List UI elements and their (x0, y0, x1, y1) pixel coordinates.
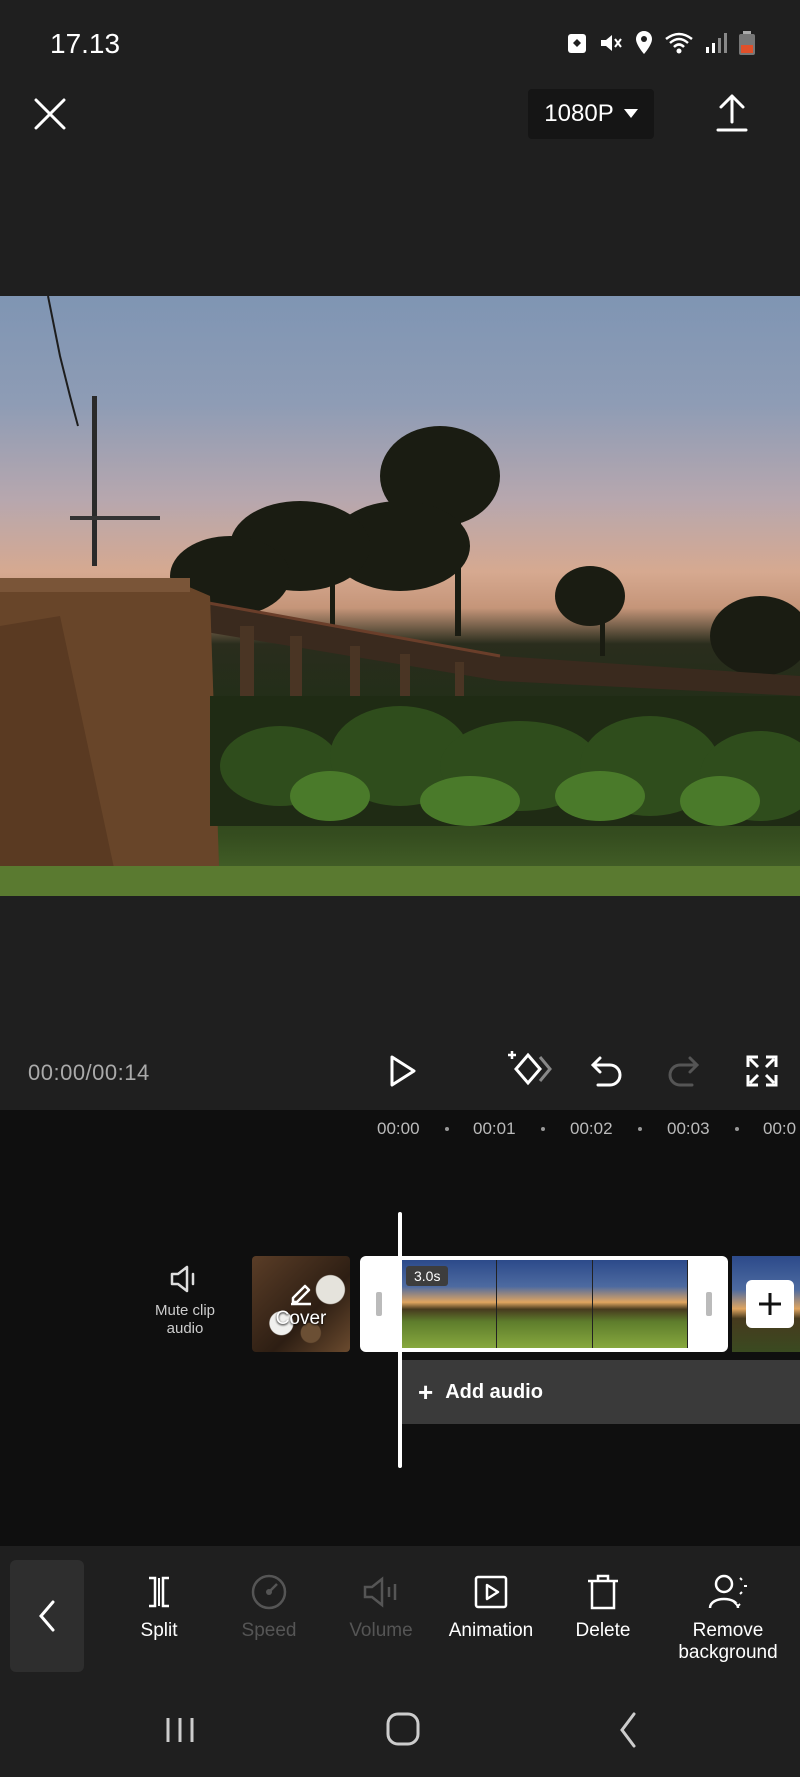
home-button[interactable] (373, 1708, 433, 1752)
split-icon (149, 1576, 169, 1608)
speed-button[interactable]: Speed (214, 1572, 324, 1642)
remove-background-button[interactable]: Remove background (672, 1572, 784, 1664)
delete-button[interactable]: Delete (548, 1572, 658, 1642)
add-audio-button[interactable]: + Add audio (402, 1360, 800, 1424)
split-label: Split (140, 1620, 178, 1641)
toolbar-back-button[interactable] (10, 1560, 84, 1672)
trash-icon (588, 1574, 618, 1610)
cover-button[interactable]: Cover (252, 1256, 350, 1352)
ruler-label: 00:01 (473, 1119, 516, 1138)
undo-button[interactable] (584, 1049, 628, 1093)
wifi-icon (665, 32, 693, 54)
location-icon (636, 31, 652, 54)
ruler-label: 00:03 (667, 1119, 710, 1138)
add-audio-label: Add audio (445, 1380, 543, 1403)
volume-icon (363, 1576, 397, 1608)
ruler-label: 00:0 (763, 1119, 797, 1138)
edit-icon (291, 1284, 311, 1306)
plus-icon (759, 1293, 781, 1315)
delete-label: Delete (575, 1620, 631, 1641)
recent-apps-button[interactable] (150, 1708, 210, 1752)
fullscreen-button[interactable] (740, 1049, 784, 1093)
speed-icon (251, 1574, 287, 1610)
signal-icon (706, 33, 727, 53)
remove-background-label-line1: Remove (692, 1620, 764, 1641)
home-icon (386, 1712, 420, 1746)
split-button[interactable]: Split (104, 1572, 214, 1642)
clip-duration-badge: 3.0s (406, 1266, 449, 1286)
mute-label-line1: Mute clip (154, 1302, 216, 1319)
remove-background-label-line2: background (678, 1642, 778, 1663)
animation-icon (474, 1575, 508, 1609)
clip-frame (592, 1260, 688, 1348)
ruler-dot (735, 1127, 739, 1131)
redo-button[interactable] (662, 1049, 706, 1093)
resolution-value: 1080P (544, 100, 614, 127)
play-icon (390, 1055, 416, 1087)
clip-trim-handle-left[interactable] (376, 1292, 382, 1316)
export-icon (716, 94, 748, 132)
undo-icon (590, 1056, 622, 1087)
nfc-icon (568, 34, 586, 53)
ruler-dot (638, 1127, 642, 1131)
status-icons (566, 30, 756, 56)
close-icon (34, 98, 66, 130)
mute-icon (601, 35, 622, 51)
preview-scene-image (0, 296, 800, 896)
plus-icon: + (418, 1376, 434, 1407)
battery-icon (739, 31, 755, 55)
volume-label: Volume (349, 1620, 413, 1641)
animation-button[interactable]: Animation (436, 1572, 546, 1642)
caret-down-icon (623, 109, 638, 118)
redo-icon (668, 1056, 700, 1087)
ruler-label: 00:02 (570, 1119, 613, 1138)
volume-button[interactable]: Volume (326, 1572, 436, 1642)
clip-frame (497, 1260, 593, 1348)
speaker-icon (170, 1265, 195, 1293)
back-button[interactable] (598, 1708, 658, 1752)
mute-clip-audio-label: Mute clip audio (140, 1302, 230, 1338)
timecode: 00:00/00:14 (28, 1060, 150, 1085)
play-button[interactable] (380, 1049, 424, 1093)
video-preview[interactable] (0, 296, 800, 896)
speed-label: Speed (241, 1620, 297, 1641)
add-clip-button[interactable] (746, 1280, 794, 1328)
ruler-dot (445, 1127, 449, 1131)
close-button[interactable] (28, 92, 72, 136)
cover-label: Cover (275, 1308, 327, 1329)
remove-background-icon (708, 1574, 747, 1609)
mute-clip-audio-button[interactable]: Mute clip audio (140, 1262, 230, 1338)
export-button[interactable] (712, 90, 752, 134)
remove-background-label: Remove background (672, 1620, 784, 1664)
chevron-left-icon (39, 1600, 55, 1632)
add-keyframe-button[interactable] (504, 1047, 560, 1091)
ruler-dot (541, 1127, 545, 1131)
keyframe-icon (508, 1051, 552, 1086)
fullscreen-icon (746, 1055, 778, 1087)
resolution-dropdown[interactable]: 1080P (528, 89, 654, 139)
mute-label-line2: audio (166, 1320, 204, 1337)
recent-apps-icon (166, 1718, 194, 1742)
status-time: 17.13 (50, 28, 121, 59)
animation-label: Animation (448, 1620, 534, 1641)
ruler-label: 00:00 (377, 1119, 420, 1138)
clip-trim-handle-right[interactable] (706, 1292, 712, 1316)
back-icon (620, 1712, 636, 1748)
playhead[interactable] (398, 1212, 402, 1468)
